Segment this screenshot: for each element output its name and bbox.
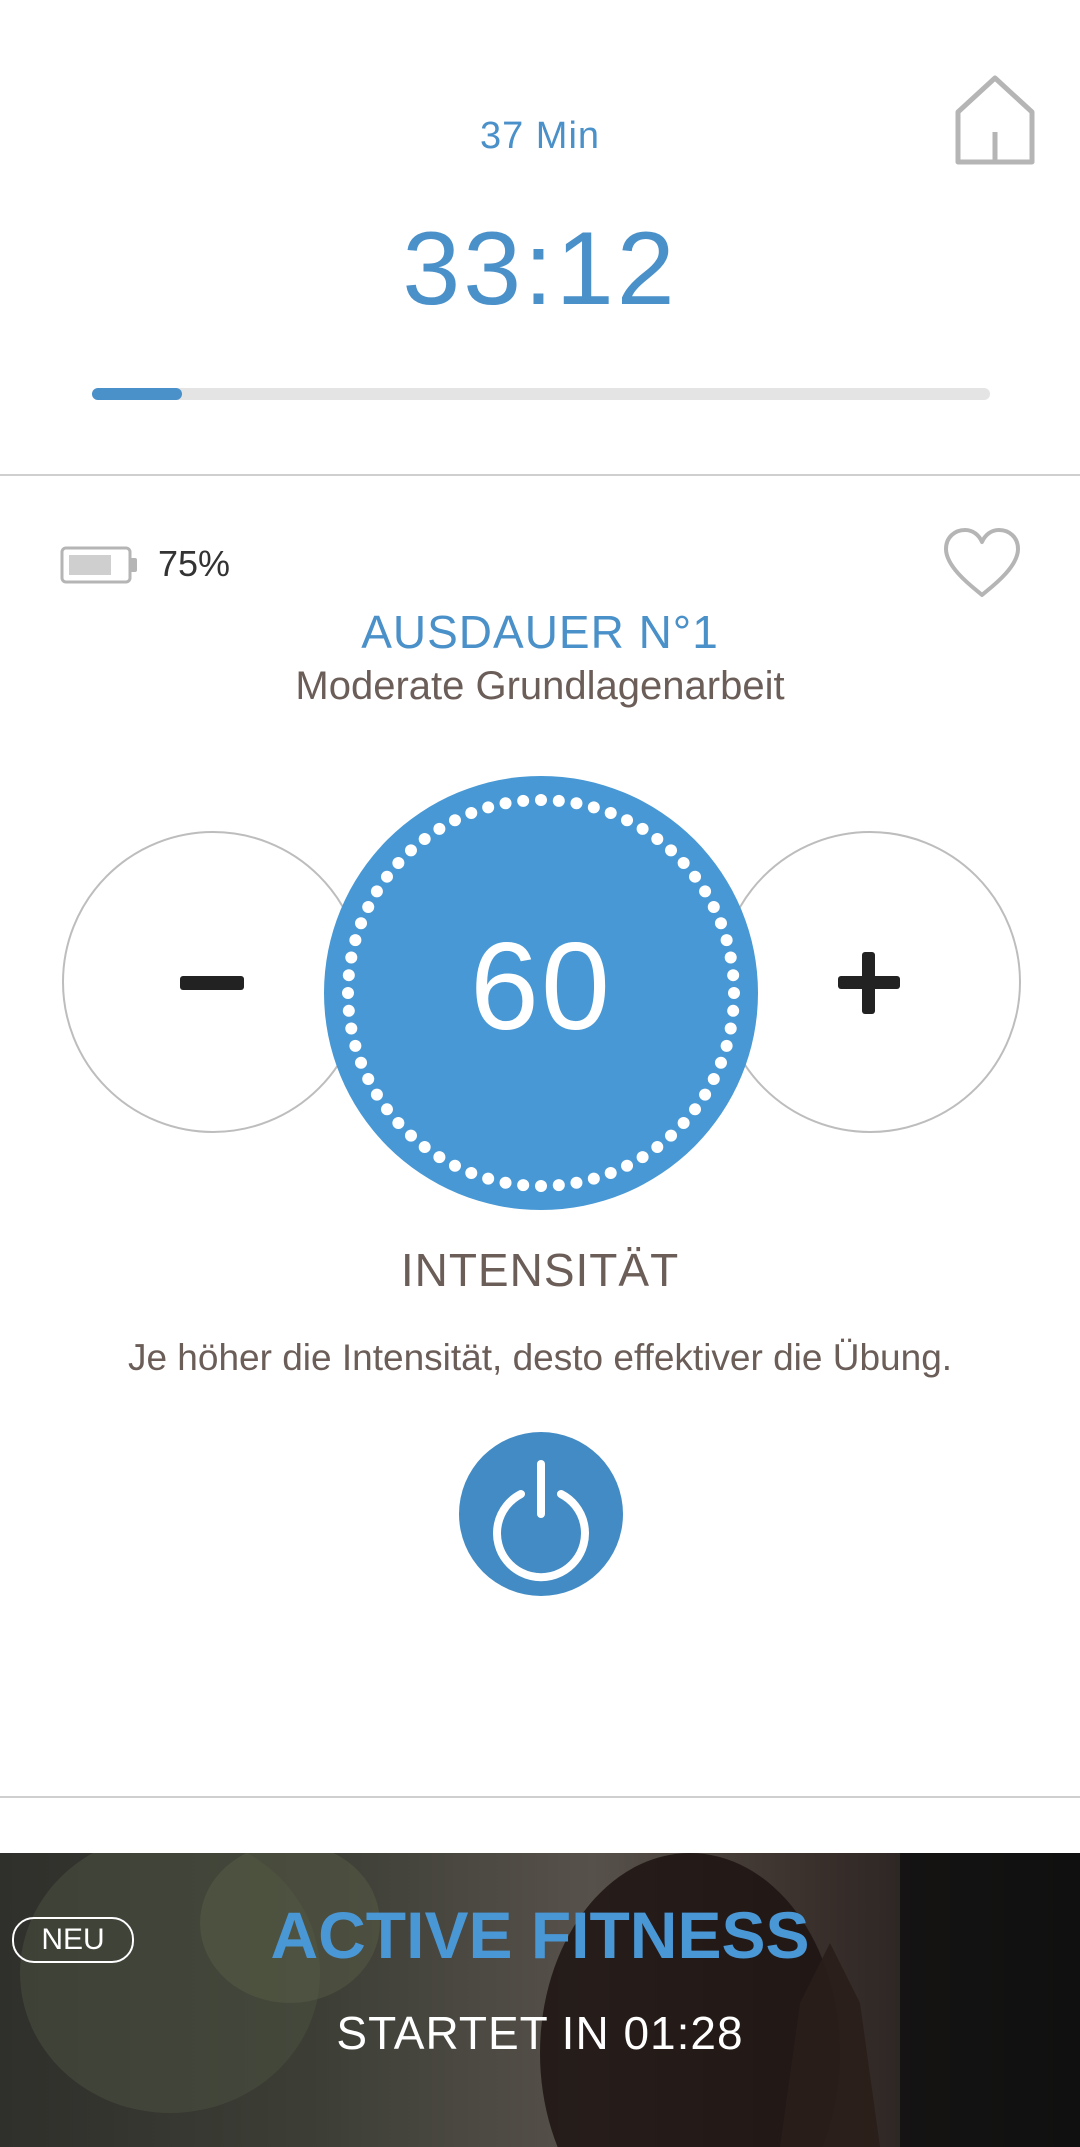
dial-dot bbox=[707, 1073, 720, 1086]
dial-dot bbox=[689, 870, 702, 883]
workout-progress-bar bbox=[92, 388, 990, 400]
dial-dot bbox=[689, 1103, 702, 1116]
dial-dot bbox=[714, 1056, 727, 1069]
dial-dot bbox=[362, 1073, 375, 1086]
dial-dot bbox=[621, 814, 634, 827]
dial-dot bbox=[535, 794, 547, 806]
dial-dot bbox=[362, 900, 375, 913]
dial-dot bbox=[499, 1176, 512, 1189]
minus-icon bbox=[180, 976, 244, 990]
dial-dot bbox=[448, 814, 461, 827]
dial-dot bbox=[665, 1129, 678, 1142]
dial-dot bbox=[370, 1088, 383, 1101]
dial-dot bbox=[570, 1176, 583, 1189]
intensity-value: 60 bbox=[470, 918, 612, 1056]
dial-dot bbox=[433, 1151, 446, 1164]
dial-dot bbox=[604, 807, 617, 820]
workout-progress-fill bbox=[92, 388, 182, 400]
intensity-dial[interactable]: 60 bbox=[324, 776, 758, 1210]
favorite-button[interactable] bbox=[940, 525, 1024, 601]
dial-dot bbox=[621, 1159, 634, 1172]
intensity-hint: Je höher die Intensität, desto effektive… bbox=[127, 1337, 953, 1378]
dial-dot bbox=[404, 1129, 417, 1142]
dial-dot bbox=[392, 856, 405, 869]
dial-dot bbox=[465, 807, 478, 820]
dial-dot bbox=[392, 1117, 405, 1130]
heart-icon bbox=[944, 528, 1020, 597]
dial-dot bbox=[604, 1166, 617, 1179]
dial-dot bbox=[380, 870, 393, 883]
promo-subtitle: STARTET IN 01:28 bbox=[336, 2007, 744, 2059]
dial-dot bbox=[677, 856, 690, 869]
dial-dot bbox=[699, 1088, 712, 1101]
intensity-label: INTENSITÄT bbox=[400, 1244, 680, 1296]
dial-dot bbox=[380, 1103, 393, 1116]
dial-dot bbox=[418, 1141, 431, 1154]
promo-banner[interactable]: NEU ACTIVE FITNESS STARTET IN 01:28 bbox=[0, 1853, 1080, 2147]
dial-dot bbox=[418, 832, 431, 845]
program-subtitle: Moderate Grundlagenarbeit bbox=[295, 664, 785, 708]
program-title: AUSDAUER N°1 bbox=[361, 606, 719, 658]
dial-dot bbox=[448, 1159, 461, 1172]
dial-dot bbox=[355, 1056, 368, 1069]
battery-level-label: 75% bbox=[158, 543, 231, 584]
workout-duration: 37 Min bbox=[479, 115, 601, 157]
dial-dot bbox=[499, 797, 512, 810]
content-divider bbox=[0, 1796, 1080, 1798]
dial-dot bbox=[517, 1179, 530, 1192]
dial-dot bbox=[636, 822, 649, 835]
dial-dot bbox=[535, 1180, 547, 1192]
dial-dot bbox=[552, 794, 565, 807]
dial-dot bbox=[370, 885, 383, 898]
dial-dot bbox=[636, 1151, 649, 1164]
dial-dot bbox=[665, 844, 678, 857]
dial-dot bbox=[482, 801, 495, 814]
dial-dot bbox=[707, 900, 720, 913]
home-button[interactable] bbox=[950, 70, 1040, 170]
dial-dot bbox=[552, 1179, 565, 1192]
dial-dot bbox=[465, 1166, 478, 1179]
dial-dot bbox=[651, 832, 664, 845]
remaining-time: 33:12 bbox=[402, 211, 678, 327]
power-icon bbox=[493, 1460, 589, 1582]
dial-dot bbox=[517, 794, 530, 807]
dial-dot bbox=[651, 1141, 664, 1154]
plus-icon-vertical-bar bbox=[862, 952, 875, 1014]
dial-dot bbox=[482, 1172, 495, 1185]
dial-dot bbox=[699, 885, 712, 898]
promo-title: ACTIVE FITNESS bbox=[270, 1898, 810, 1972]
battery-icon bbox=[60, 546, 137, 584]
dial-dot bbox=[433, 822, 446, 835]
power-button[interactable] bbox=[459, 1432, 623, 1596]
dial-dot bbox=[587, 801, 600, 814]
dial-dot bbox=[587, 1172, 600, 1185]
dial-dot bbox=[404, 844, 417, 857]
header-divider bbox=[0, 474, 1080, 476]
dial-dot bbox=[677, 1117, 690, 1130]
home-icon bbox=[955, 75, 1035, 165]
dial-dot bbox=[570, 797, 583, 810]
